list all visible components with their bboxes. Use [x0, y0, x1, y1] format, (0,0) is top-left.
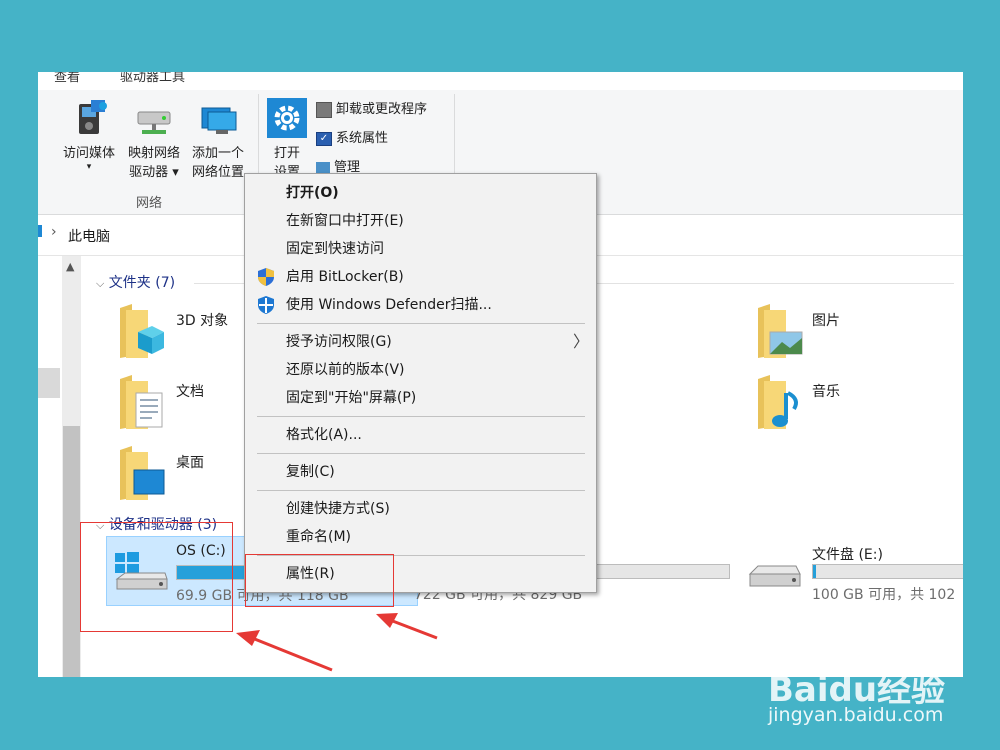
annotation-arrow-line	[251, 636, 333, 672]
annotation-arrow-line	[389, 618, 438, 640]
baidu-watermark: Baidu经验 jingyan.baidu.com	[768, 638, 988, 738]
annotation-arrowhead	[236, 630, 260, 646]
watermark-url: jingyan.baidu.com	[768, 704, 944, 726]
